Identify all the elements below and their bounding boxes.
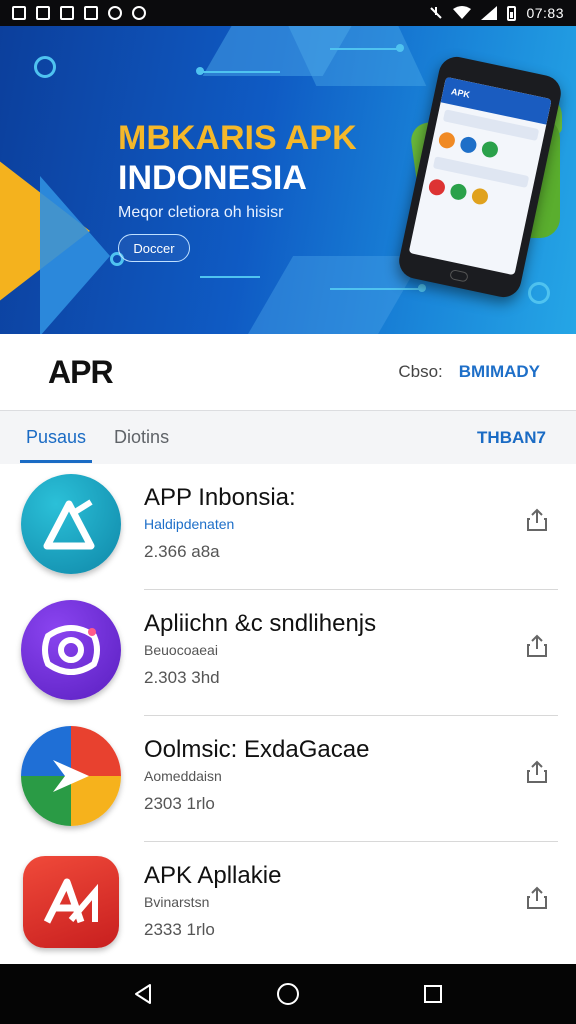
wifi-icon (453, 6, 472, 19)
home-icon (276, 983, 299, 1005)
app-dot-icon (480, 139, 500, 159)
app-meta: 2303 1rlo (144, 794, 215, 813)
camera-icon (21, 600, 121, 700)
banner-title-line1: MBKARIS APK (118, 119, 357, 157)
app-subtitle: Bvinarstsn (144, 894, 210, 910)
decor-dot (196, 67, 204, 75)
recents-icon (424, 985, 443, 1003)
header-label: Cbso: (398, 362, 443, 381)
letter-a-icon (23, 856, 119, 948)
status-system: 07:83 (429, 5, 564, 21)
decor-line (200, 71, 280, 73)
tab-bar: Pusaus Diotins THBAN7 (0, 410, 576, 464)
colorful-arrow-icon (21, 726, 121, 826)
shield-icon (108, 6, 122, 20)
app-header: APR Cbso: BMIMADY (0, 334, 576, 410)
decor-line (200, 276, 260, 278)
decor-shape (283, 26, 427, 86)
tab-right-action[interactable]: THBAN7 (477, 428, 546, 448)
list-item[interactable]: Oolmsic: ExdaGacae Aomeddaisn 2303 1rlo (0, 716, 576, 842)
decor-dot (396, 44, 404, 52)
share-icon[interactable] (526, 634, 548, 658)
app-title: APP Inbonsia: (144, 484, 296, 511)
image-icon (36, 6, 50, 20)
app-meta: 2.303 3hd (144, 668, 220, 687)
banner-title-line2: INDONESIA (118, 159, 307, 197)
decor-dot (418, 284, 426, 292)
status-bar: 07:83 (0, 0, 576, 26)
app-meta: 2333 1rlo (144, 920, 215, 939)
back-icon (134, 984, 151, 1004)
share-icon[interactable] (526, 508, 548, 532)
banner-title: MBKARIS APK INDONESIA (118, 118, 357, 198)
list-item[interactable]: Apliichn &c sndlihenjs Beuocoaeai 2.303 … (0, 590, 576, 716)
battery-icon (507, 5, 517, 21)
promo-banner[interactable]: MBKARIS APK INDONESIA Meqor cletiora oh … (0, 26, 576, 334)
status-notifications (12, 6, 146, 20)
image-icon (12, 6, 26, 20)
back-button[interactable] (123, 974, 163, 1014)
list-item[interactable]: APK Apllakie Bvinarstsn 2333 1rlo (0, 842, 576, 964)
system-nav-bar (0, 964, 576, 1024)
share-icon[interactable] (526, 886, 548, 910)
phone-screen: APK (408, 76, 552, 276)
app-title: Apliichn &c sndlihenjs (144, 610, 377, 637)
recents-button[interactable] (413, 974, 453, 1014)
app-dot-icon (427, 177, 447, 197)
header-link[interactable]: BMIMADY (459, 362, 540, 382)
mute-icon (430, 7, 443, 19)
app-subtitle: Beuocoaeai (144, 642, 218, 658)
list-item[interactable]: APP Inbonsia: Haldipdenaten 2.366 a8a (0, 464, 576, 590)
decor-ring (528, 282, 550, 304)
tab-diotins[interactable]: Diotins (108, 411, 175, 465)
app-title: Oolmsic: ExdaGacae (144, 736, 370, 763)
app-dot-icon (458, 135, 478, 155)
app-meta: 2.366 a8a (144, 542, 220, 561)
android-icon (132, 6, 146, 20)
phone-mockup: APK (395, 53, 565, 301)
banner-subtitle: Meqor cletiora oh hisisr (118, 204, 284, 221)
app-title: APK Apllakie (144, 862, 282, 889)
app-list: APP Inbonsia: Haldipdenaten 2.366 a8a Ap… (0, 464, 576, 964)
image-icon (60, 6, 74, 20)
app-dot-icon (470, 186, 490, 206)
decor-shape (246, 256, 424, 334)
app-dot-icon (448, 182, 468, 202)
signal-icon (481, 6, 498, 20)
decor-line (330, 48, 400, 50)
decor-ring (34, 56, 56, 78)
app-logo[interactable]: APR (48, 354, 114, 391)
decor-triangle (40, 176, 110, 334)
app-subtitle: Haldipdenaten (144, 516, 235, 532)
banner-button[interactable]: Doccer (118, 234, 190, 262)
share-icon[interactable] (526, 760, 548, 784)
tab-pusaus[interactable]: Pusaus (20, 411, 93, 465)
status-time: 07:83 (526, 5, 564, 21)
decor-line (330, 288, 420, 290)
app-dot-icon (437, 130, 457, 150)
image-icon (84, 6, 98, 20)
home-button[interactable] (268, 974, 308, 1014)
triangle-a-icon (21, 474, 121, 574)
app-subtitle: Aomeddaisn (144, 768, 222, 784)
